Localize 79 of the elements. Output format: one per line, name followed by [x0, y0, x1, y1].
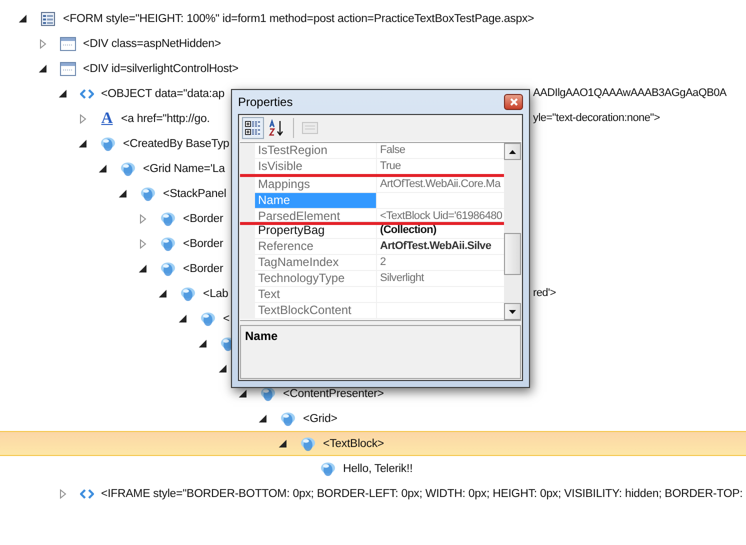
collapsed-arrow-icon[interactable]	[78, 114, 88, 124]
close-icon	[510, 98, 518, 106]
tree-node-label[interactable]: <Grid>	[303, 412, 338, 424]
tree-node-label[interactable]: Hello, Telerik!!	[343, 462, 413, 474]
property-name[interactable]: TechnologyType	[255, 271, 377, 287]
tree-node-label[interactable]: <ContentPresenter>	[283, 388, 384, 400]
property-name[interactable]: IsTestRegion	[255, 143, 377, 159]
expanded-arrow-icon[interactable]	[18, 14, 28, 24]
tree-node-label[interactable]: <Border	[183, 238, 224, 250]
sort-icon	[268, 119, 286, 137]
expanded-arrow-icon[interactable]	[178, 314, 188, 324]
expanded-arrow-icon[interactable]	[118, 188, 128, 198]
code-brackets-icon	[80, 88, 94, 98]
up-arrow-icon[interactable]	[509, 150, 516, 154]
tree-node-label[interactable]: red'>	[533, 287, 556, 299]
tree-node-label[interactable]: <FORM style="HEIGHT: 100%" id=form1 method=post action=PracticeTextBoxTestPage.aspx>	[63, 12, 534, 24]
tree-node-label[interactable]: <Lab	[203, 288, 228, 300]
close-button[interactable]	[504, 94, 523, 110]
sphere-icon	[200, 310, 216, 326]
sphere-icon	[320, 460, 336, 476]
expanded-arrow-icon[interactable]	[138, 264, 148, 274]
code-brackets-icon	[80, 488, 94, 498]
sphere-icon	[300, 436, 316, 452]
expanded-arrow-icon[interactable]	[98, 164, 108, 174]
letter-a-icon: A	[100, 110, 114, 126]
tree-node-label[interactable]: yle="text-decoration:none">	[533, 112, 660, 124]
sphere-icon	[280, 410, 296, 426]
property-name[interactable]: TextBlockContent	[255, 303, 377, 319]
window-icon	[60, 62, 76, 76]
tree-node-label[interactable]: <TextBlock>	[323, 438, 384, 450]
property-name[interactable]: Text	[255, 287, 377, 303]
scrollbar[interactable]	[504, 143, 521, 320]
tree-node-label[interactable]: <Border	[183, 262, 224, 274]
sphere-icon	[160, 210, 176, 226]
form-icon	[40, 10, 56, 26]
property-name[interactable]: ParsedElement	[255, 209, 377, 222]
dialog-title: Properties	[238, 95, 293, 109]
sphere-icon	[140, 186, 156, 202]
sphere-icon	[260, 386, 276, 402]
expanded-arrow-icon[interactable]	[38, 64, 48, 74]
expanded-arrow-icon[interactable]	[218, 364, 228, 374]
tree-node-label[interactable]: <a href="http://go.	[121, 112, 210, 124]
tree-node-label[interactable]: <Grid Name='La	[143, 162, 225, 174]
categorized-button[interactable]	[242, 117, 264, 139]
property-name[interactable]: IsVisible	[255, 159, 377, 175]
tree-node-label[interactable]: <DIV class=aspNetHidden>	[83, 38, 221, 50]
window-icon	[60, 36, 76, 50]
expanded-arrow-icon[interactable]	[278, 438, 288, 448]
collapsed-arrow-icon[interactable]	[138, 238, 148, 248]
tree-node-label[interactable]: <IFRAME style="BORDER-BOTTOM: 0px; BORDER-LEFT: 0px; WIDTH: 0px; HEIGHT: 0px; VISIBILITY: hidden; BORDER-TOP:	[101, 488, 743, 500]
tree-node-label[interactable]: <CreatedBy BaseTyp	[123, 138, 230, 150]
property-name[interactable]: PropertyBag	[255, 223, 377, 239]
sphere-icon	[180, 286, 196, 302]
description-title: Name	[245, 329, 278, 343]
expanded-arrow-icon[interactable]	[198, 338, 208, 348]
expanded-arrow-icon[interactable]	[238, 388, 248, 398]
tree-node-label[interactable]: AADIlgAAO1QAAAwAAAB3AGgAaQB0A	[533, 87, 726, 99]
collapsed-arrow-icon[interactable]	[138, 214, 148, 224]
expanded-arrow-icon[interactable]	[258, 414, 268, 424]
property-pages-icon	[301, 120, 319, 136]
scroll-thumb[interactable]	[504, 233, 521, 275]
tree-node-label[interactable]: <	[223, 312, 230, 324]
tree-node-label[interactable]: <DIV id=silverlightControlHost>	[83, 62, 238, 74]
sphere-icon	[120, 160, 136, 176]
tree-node-label[interactable]: <StackPanel	[163, 188, 226, 200]
collapsed-arrow-icon[interactable]	[38, 38, 48, 48]
sphere-icon	[160, 260, 176, 276]
sphere-icon	[160, 236, 176, 252]
collapsed-arrow-icon[interactable]	[58, 488, 68, 498]
property-name[interactable]: Reference	[255, 239, 377, 255]
expanded-arrow-icon[interactable]	[158, 288, 168, 298]
tree-node-label[interactable]: <Border	[183, 212, 224, 224]
sphere-icon	[100, 136, 116, 152]
property-name[interactable]: TagNameIndex	[255, 255, 377, 271]
down-arrow-icon[interactable]	[509, 310, 516, 314]
expanded-arrow-icon[interactable]	[78, 138, 88, 148]
expanded-arrow-icon[interactable]	[58, 88, 68, 98]
tree-node-label[interactable]: <OBJECT data="data:ap	[101, 88, 224, 100]
categorized-list-icon	[244, 119, 262, 137]
